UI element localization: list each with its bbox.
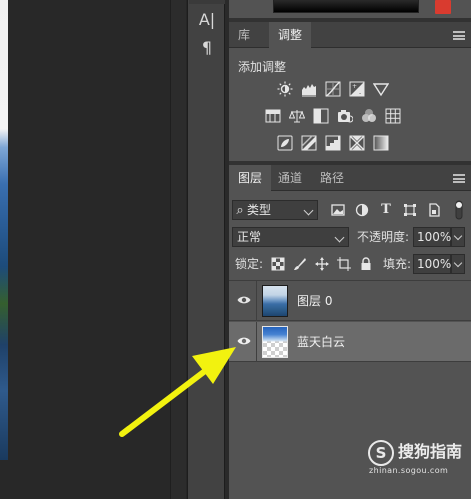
lock-all-icon[interactable] (359, 257, 373, 271)
chevron-down-icon (334, 232, 345, 243)
svg-text:+: + (352, 83, 357, 90)
opacity-dropdown-button[interactable] (451, 227, 465, 247)
visibility-eye-icon[interactable] (237, 335, 251, 347)
brightness-contrast-icon[interactable] (276, 81, 294, 97)
layer-thumbnail[interactable] (262, 285, 288, 317)
filter-toggle-icon[interactable] (454, 200, 464, 220)
opacity-label: 不透明度: (357, 230, 410, 244)
pixel-filter-icon[interactable] (331, 203, 345, 217)
lock-artboard-icon[interactable] (337, 257, 351, 271)
color-lookup-icon[interactable] (384, 108, 402, 124)
hue-saturation-icon[interactable] (264, 108, 282, 124)
right-panel-dock: 库 调整 添加调整 + - 图层 通道 路径 ⌕ 类型 T 正常 不透明度: 1… (229, 0, 471, 499)
photo-filter-icon[interactable] (336, 108, 354, 124)
gradient-map-icon[interactable] (372, 135, 390, 151)
blend-mode-value: 正常 (237, 230, 262, 244)
chevron-down-icon (303, 205, 314, 216)
tab-channels[interactable]: 通道 (269, 165, 311, 191)
character-panel-button[interactable]: A| (196, 10, 218, 30)
strip-grip[interactable] (189, 0, 225, 4)
canvas-image-edge (0, 0, 8, 460)
shape-filter-icon[interactable] (403, 203, 417, 217)
lock-image-icon[interactable] (293, 257, 307, 271)
layer-row[interactable]: 图层 0 (229, 281, 471, 321)
color-balance-icon[interactable] (288, 108, 306, 124)
selective-color-icon[interactable] (348, 135, 366, 151)
color-panel-fragment (229, 0, 471, 20)
adjustments-panel: 库 调整 添加调整 + - (229, 22, 471, 161)
lock-label: 锁定: (235, 257, 264, 271)
color-gradient-swatch[interactable] (273, 0, 419, 13)
type-filter-icon[interactable]: T (379, 203, 393, 217)
filter-kind-dropdown[interactable]: ⌕ 类型 (232, 200, 318, 220)
sogou-logo-icon: S (368, 440, 394, 466)
layer-divider (256, 322, 257, 362)
filter-kind-value: 类型 (247, 203, 272, 217)
tab-library[interactable]: 库 (229, 22, 259, 48)
smart-object-filter-icon[interactable] (427, 203, 441, 217)
collapsed-panel-strip: A| ¶ (187, 0, 225, 499)
exposure-icon[interactable]: + - (348, 81, 366, 97)
search-icon: ⌕ (236, 203, 244, 218)
adjustments-tabbar: 库 调整 (229, 22, 471, 49)
watermark-url: zhinan.sogou.com (369, 466, 449, 475)
panel-menu-icon[interactable] (453, 31, 465, 40)
chevron-down-icon (453, 231, 463, 241)
threshold-icon[interactable] (324, 135, 342, 151)
blend-mode-dropdown[interactable]: 正常 (232, 227, 349, 247)
layer-divider (256, 281, 257, 321)
adjustments-title: 添加调整 (238, 60, 287, 74)
document-canvas[interactable] (0, 0, 172, 499)
watermark: S 搜狗指南 zhinan.sogou.com (368, 440, 468, 480)
tab-layers[interactable]: 图层 (229, 165, 272, 192)
invert-icon[interactable] (276, 135, 294, 151)
layer-name[interactable]: 图层 0 (297, 291, 332, 311)
tab-adjustments[interactable]: 调整 (269, 22, 312, 49)
lock-row: 锁定: 填充: 100% (229, 254, 471, 280)
opacity-input[interactable]: 100% (413, 227, 451, 247)
canvas-scrollbar[interactable] (170, 0, 186, 499)
out-of-gamut-warning-icon[interactable] (435, 0, 451, 14)
visibility-eye-icon[interactable] (237, 294, 251, 306)
thumbnail-image (263, 286, 287, 316)
layer-thumbnail[interactable] (262, 326, 288, 358)
adjustment-filter-icon[interactable] (355, 203, 369, 217)
svg-text:-: - (359, 90, 361, 97)
levels-icon[interactable] (300, 81, 318, 97)
paragraph-panel-button[interactable]: ¶ (196, 38, 218, 58)
curves-icon[interactable] (324, 81, 342, 97)
lock-position-icon[interactable] (315, 257, 329, 271)
channel-mixer-icon[interactable] (360, 108, 378, 124)
watermark-text: 搜狗指南 (398, 442, 463, 461)
tab-paths[interactable]: 路径 (311, 165, 353, 191)
blend-row: 正常 不透明度: 100% (229, 227, 471, 253)
black-white-icon[interactable] (312, 108, 330, 124)
posterize-icon[interactable] (300, 135, 318, 151)
fill-input[interactable]: 100% (413, 254, 451, 274)
panel-menu-icon[interactable] (453, 174, 465, 183)
layers-tabbar: 图层 通道 路径 (229, 165, 471, 192)
fill-dropdown-button[interactable] (451, 254, 465, 274)
chevron-down-icon (453, 258, 463, 268)
layer-filter-row: ⌕ 类型 T (229, 200, 471, 226)
thumbnail-image (263, 327, 287, 357)
fill-label: 填充: (383, 257, 412, 271)
layer-row-selected[interactable]: 蓝天白云 (229, 322, 471, 362)
lock-transparent-icon[interactable] (271, 257, 285, 271)
layer-name[interactable]: 蓝天白云 (297, 332, 345, 352)
vibrance-icon[interactable] (372, 81, 390, 97)
